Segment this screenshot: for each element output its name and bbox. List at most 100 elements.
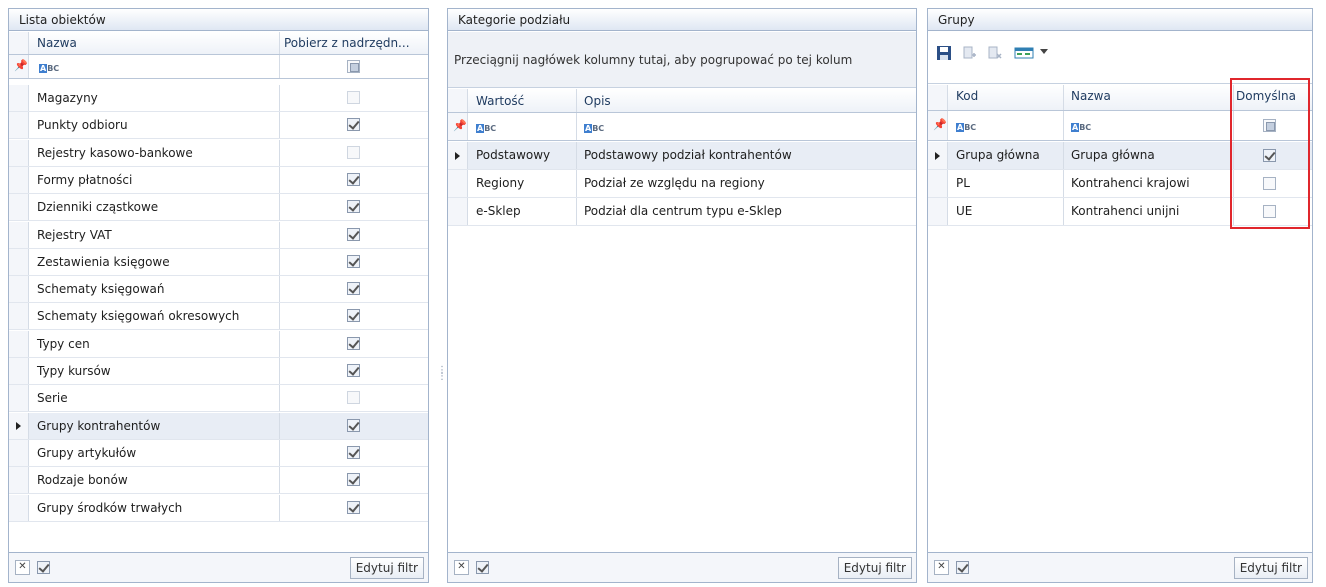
- row-name: Schematy księgowań okresowych: [37, 309, 240, 324]
- row-description: Podstawowy podział kontrahentów: [584, 148, 792, 162]
- text-filter-icon: ABC: [1071, 123, 1092, 132]
- chevron-down-icon[interactable]: [1040, 49, 1048, 54]
- row-checkbox[interactable]: [347, 200, 360, 214]
- table-row[interactable]: e-Sklep Podział dla centrum typu e-Sklep: [448, 198, 916, 226]
- clear-filter-icon[interactable]: ✕: [454, 560, 469, 575]
- row-checkbox[interactable]: [347, 364, 360, 377]
- row-checkbox[interactable]: [347, 445, 360, 459]
- row-checkbox[interactable]: [347, 172, 360, 186]
- row-description: Podział dla centrum typu e-Sklep: [584, 204, 782, 218]
- column-header-wartosc[interactable]: Wartość: [468, 89, 576, 112]
- column-header-row: Wartość Opis: [448, 89, 916, 113]
- row-code: PL: [956, 176, 970, 190]
- table-row[interactable]: Typy kursów: [9, 358, 428, 385]
- panel-title: Kategorie podziału: [448, 9, 916, 31]
- table-row[interactable]: Schematy księgowań okresowych: [9, 303, 428, 331]
- row-value: Podstawowy: [476, 148, 551, 162]
- footer-bar: ✕ Edytuj filtr: [9, 552, 428, 582]
- row-checkbox[interactable]: [347, 282, 360, 296]
- row-name: Kontrahenci unijni: [1071, 204, 1180, 218]
- row-name: Zestawienia księgowe: [37, 254, 170, 269]
- table-row[interactable]: Grupy artykułów: [9, 439, 428, 467]
- edit-filter-button[interactable]: Edytuj filtr: [837, 557, 912, 579]
- row-name: Rodzaje bonów: [37, 473, 128, 488]
- delete-icon[interactable]: [986, 45, 1002, 61]
- table-row[interactable]: Serie: [9, 385, 428, 413]
- filter-enabled-checkbox[interactable]: [37, 561, 50, 574]
- row-checkbox[interactable]: [347, 418, 360, 432]
- row-checkbox[interactable]: [347, 118, 360, 132]
- filter-nazwa[interactable]: ABC: [1063, 111, 1233, 140]
- filter-nazwa[interactable]: ABC: [29, 55, 279, 78]
- filter-opis[interactable]: ABC: [576, 113, 916, 140]
- row-value: Regiony: [476, 176, 525, 190]
- row-checkbox[interactable]: [347, 500, 360, 514]
- filter-kod[interactable]: ABC: [948, 111, 1063, 140]
- row-name: Grupa główna: [1071, 148, 1155, 162]
- text-filter-icon: ABC: [476, 124, 497, 133]
- row-indicator-icon: [16, 421, 21, 430]
- row-name: Rejestry kasowo-bankowe: [37, 145, 193, 160]
- row-name: Rejestry VAT: [37, 227, 112, 242]
- add-icon[interactable]: [961, 45, 977, 61]
- filter-checkbox[interactable]: [347, 60, 360, 73]
- column-header-kod[interactable]: Kod: [948, 85, 1063, 110]
- row-name: Grupy artykułów: [37, 445, 137, 460]
- row-checkbox[interactable]: [347, 254, 360, 268]
- text-filter-icon: ABC: [584, 124, 605, 133]
- table-row[interactable]: Rejestry VAT: [9, 221, 428, 249]
- edit-filter-button[interactable]: Edytuj filtr: [349, 557, 424, 579]
- filter-wartosc[interactable]: ABC: [468, 113, 576, 140]
- group-by-area[interactable]: Przeciągnij nagłówek kolumny tutaj, aby …: [448, 32, 916, 88]
- row-checkbox[interactable]: [347, 309, 360, 323]
- pin-icon: 📌: [14, 59, 28, 72]
- filter-enabled-checkbox[interactable]: [956, 561, 969, 574]
- panel-lista-obiektow: Lista obiektów Nazwa Pobierz z nadrzędn.…: [8, 8, 429, 583]
- row-value: e-Sklep: [476, 204, 521, 218]
- column-header-nazwa[interactable]: Nazwa: [29, 32, 279, 54]
- column-header-nazwa[interactable]: Nazwa: [1063, 85, 1233, 110]
- toolbar: [928, 32, 1312, 84]
- panel-title: Lista obiektów: [9, 9, 428, 31]
- row-description: Podział ze względu na regiony: [584, 176, 765, 190]
- table-row[interactable]: Dzienniki cząstkowe: [9, 194, 428, 222]
- row-checkbox[interactable]: [347, 145, 360, 159]
- table-row[interactable]: Magazyny: [9, 85, 428, 112]
- row-checkbox[interactable]: [347, 336, 360, 350]
- save-icon[interactable]: [936, 45, 952, 61]
- filter-row: 📌 ABC ABC: [448, 113, 916, 141]
- panel-title: Grupy: [928, 9, 1312, 31]
- table-row[interactable]: Podstawowy Podstawowy podział kontrahentó…: [448, 142, 916, 170]
- table-row[interactable]: Rejestry kasowo-bankowe: [9, 139, 428, 167]
- filter-enabled-checkbox[interactable]: [476, 561, 489, 574]
- table-row[interactable]: Grupy kontrahentów: [9, 412, 428, 440]
- grid-view-icon[interactable]: [1014, 45, 1036, 61]
- clear-filter-icon[interactable]: ✕: [15, 560, 30, 575]
- table-row[interactable]: Zestawienia księgowe: [9, 248, 428, 276]
- footer-bar: ✕ Edytuj filtr: [448, 552, 916, 582]
- table-row[interactable]: Grupy środków trwałych: [9, 494, 428, 522]
- table-row[interactable]: Typy cen: [9, 330, 428, 358]
- column-header-opis[interactable]: Opis: [576, 89, 916, 112]
- row-code: UE: [956, 204, 973, 218]
- table-row[interactable]: Regiony Podział ze względu na regiony: [448, 170, 916, 198]
- text-filter-icon: ABC: [39, 64, 60, 73]
- row-checkbox[interactable]: [347, 473, 360, 487]
- column-header-pobierz[interactable]: Pobierz z nadrzędn...: [279, 32, 429, 54]
- row-name: Serie: [37, 391, 68, 406]
- row-checkbox[interactable]: [347, 91, 360, 104]
- table-row[interactable]: Formy płatności: [9, 166, 428, 194]
- splitter-handle[interactable]: ⋮ ⋮: [437, 366, 447, 394]
- row-indicator-icon: [935, 151, 940, 160]
- clear-filter-icon[interactable]: ✕: [934, 560, 949, 575]
- row-name: Typy cen: [37, 336, 90, 351]
- panel-kategorie-podzialu: Kategorie podziału Przeciągnij nagłówek …: [447, 8, 917, 583]
- row-checkbox[interactable]: [347, 391, 360, 405]
- filter-row: 📌 ABC: [9, 55, 428, 79]
- table-row[interactable]: Rodzaje bonów: [9, 467, 428, 495]
- text-filter-icon: ABC: [956, 123, 977, 132]
- row-checkbox[interactable]: [347, 227, 360, 241]
- table-row[interactable]: Schematy księgowań: [9, 276, 428, 304]
- edit-filter-button[interactable]: Edytuj filtr: [1233, 557, 1308, 579]
- table-row[interactable]: Punkty odbioru: [9, 112, 428, 140]
